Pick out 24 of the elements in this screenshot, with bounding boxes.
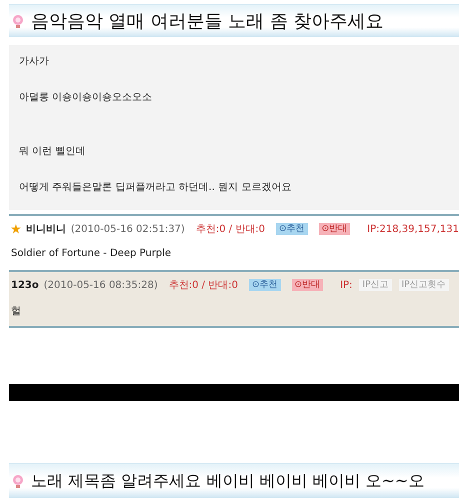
post-text: 뭐 이런 삘인데 — [19, 145, 86, 159]
post-title: 음악음악 열매 여러분들 노래 좀 찾아주세요 — [31, 10, 384, 33]
lightbulb-icon — [11, 473, 25, 489]
comment-text: 헐 — [11, 305, 22, 319]
post-text: 아덜롱 이숑이숑이숑오소오소 — [19, 91, 154, 105]
recommend-button[interactable]: ⊙추천 — [248, 279, 281, 291]
ip-report-button[interactable]: IP신고 — [359, 279, 392, 291]
comment-date: (2010-05-16 08:35:28) — [44, 280, 158, 290]
recommend-button[interactable]: ⊙추천 — [276, 223, 308, 235]
lightbulb-icon — [11, 13, 25, 29]
comment-author: 123ο — [11, 280, 39, 290]
ip-address: IP: — [340, 280, 352, 290]
comment-text: Soldier of Fortune - Deep Purple — [11, 248, 172, 261]
oppose-button[interactable]: ⊙반대 — [318, 223, 350, 235]
comment-date: (2010-05-16 02:51:37) — [70, 224, 185, 234]
ip-address: IP:218,39,157,131 — [367, 224, 459, 234]
post-text: 어떻게 주워들은말론 딥퍼플꺼라고 하던데.. 뭔지 모르겠어요 — [19, 181, 292, 195]
vote-count: 추천:0 / 반대:0 — [196, 223, 266, 236]
ip-report-button[interactable]: IP신고횟수 — [398, 279, 449, 291]
vote-count: 추천:0 / 반대:0 — [168, 279, 238, 292]
post-title: 노래 제목좀 알려주세요 베이비 베이비 베이비 오~~오 — [31, 470, 424, 492]
post-text: 가사가 — [19, 55, 50, 69]
oppose-button[interactable]: ⊙반대 — [292, 279, 324, 291]
comment-author: 비니비니 — [26, 223, 66, 236]
